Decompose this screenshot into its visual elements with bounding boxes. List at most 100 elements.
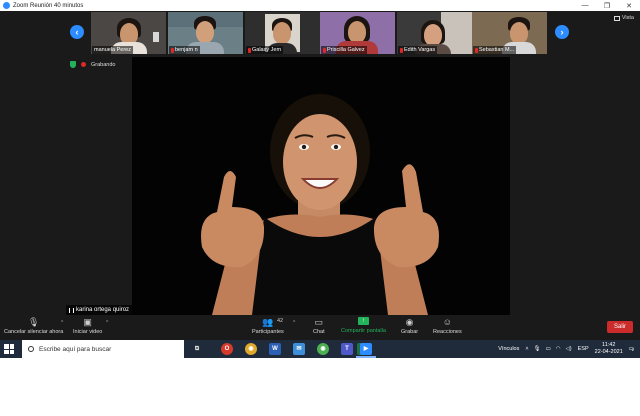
participant-tile[interactable]: Priscilla Galvez <box>320 12 395 54</box>
recording-dot-icon <box>81 62 86 67</box>
active-app-indicator <box>356 356 376 358</box>
participant-face <box>424 24 442 46</box>
maximize-button[interactable]: ❐ <box>596 0 618 11</box>
window-title: Zoom Reunión 40 minutos <box>13 2 84 9</box>
reactions-label: Reacciones <box>433 329 462 335</box>
muted-mic-icon <box>475 47 478 53</box>
view-toggle[interactable]: Vista <box>613 15 634 21</box>
language-indicator[interactable]: ESP <box>578 346 589 352</box>
start-video-label: Iniciar video <box>73 329 103 335</box>
clock-date: 22-04-2021 <box>594 349 623 355</box>
zoom-meeting-window: Zoom Reunión 40 minutos — ❐ ✕ ‹ manuela … <box>0 0 640 340</box>
recording-label: Grabando <box>91 61 116 68</box>
muted-mic-icon <box>400 47 403 53</box>
muted-mic-icon: 🎙 <box>27 316 40 327</box>
unmute-label: Cancelar silenciar ahora <box>4 329 64 335</box>
participant-name: Edith Vargas <box>404 47 436 53</box>
system-tray: Vínculos ˄ 🎙 ▭ ◠ ◁) ESP 11:42 22-04-2021… <box>498 340 640 358</box>
view-label: Vista <box>621 15 634 21</box>
participant-name: benjam n <box>175 47 198 53</box>
wifi-icon[interactable]: ◠ <box>556 346 561 352</box>
teams-icon[interactable]: T <box>341 343 353 355</box>
gallery-prev-arrow-icon[interactable]: ‹ <box>70 25 84 39</box>
reactions-button[interactable]: ☺ Reacciones <box>433 317 462 335</box>
participant-tile[interactable]: Edith Vargas <box>397 12 472 54</box>
participant-name: Galaxy Jem <box>252 47 282 53</box>
participant-name-tag: Edith Vargas <box>398 46 438 54</box>
share-screen-icon: ↑ <box>357 317 369 325</box>
participant-name: Priscilla Galvez <box>327 47 365 53</box>
participant-tile[interactable]: Sebastian M... <box>472 12 547 54</box>
muted-mic-icon <box>248 47 251 53</box>
clock-time: 11:42 <box>602 342 616 348</box>
video-options-caret-icon[interactable]: ^ <box>106 320 108 326</box>
close-button[interactable]: ✕ <box>618 0 640 11</box>
window-controls: — ❐ ✕ <box>574 0 640 11</box>
signal-bars-icon <box>69 307 74 313</box>
network-icon[interactable]: ▭ <box>546 346 551 352</box>
task-view-icon[interactable]: ⧉ <box>191 343 203 355</box>
opera-icon[interactable]: O <box>221 343 233 355</box>
start-video-button[interactable]: ▣ Iniciar video <box>73 316 103 336</box>
share-screen-button[interactable]: ↑ Compartir pantalla <box>341 317 386 334</box>
participants-caret-icon[interactable]: ^ <box>293 320 295 326</box>
participants-label: Participantes <box>252 329 284 335</box>
unmute-button[interactable]: 🎙 Cancelar silenciar ahora <box>4 316 64 336</box>
participants-icon: 👥 <box>262 316 274 327</box>
audio-options-caret-icon[interactable]: ^ <box>61 320 63 326</box>
speaker-name: karina ortega quiroz <box>76 307 130 313</box>
gallery-strip: ‹ manuela Perez benjam n Galaxy Jem Pris… <box>0 11 640 55</box>
gallery-next-arrow-icon[interactable]: › <box>555 25 569 39</box>
window-titlebar: Zoom Reunión 40 minutos — ❐ ✕ <box>0 0 640 11</box>
chat-bubble-icon: ▭ <box>314 316 324 327</box>
tray-overflow-icon[interactable]: ˄ <box>525 346 528 352</box>
volume-icon[interactable]: ◁) <box>566 346 572 352</box>
chat-button[interactable]: ▭ Chat <box>313 316 325 336</box>
taskbar-search-box[interactable]: Escribe aquí para buscar <box>22 340 184 358</box>
leave-meeting-button[interactable]: Salir <box>607 321 633 333</box>
participant-name-tag: Sebastian M... <box>473 46 517 54</box>
speaker-name-tag: karina ortega quiroz <box>66 305 133 315</box>
recording-indicator: Grabando <box>70 61 115 68</box>
notification-count: 2 <box>631 347 635 352</box>
wall-switch <box>153 32 159 42</box>
participants-count: 42 <box>277 318 284 324</box>
desktop-screen: Zoom Reunión 40 minutos — ❐ ✕ ‹ manuela … <box>0 0 640 416</box>
participant-tile[interactable]: Galaxy Jem <box>245 12 320 54</box>
participant-name-tag: Galaxy Jem <box>246 46 284 54</box>
chrome-icon[interactable]: ◉ <box>245 343 257 355</box>
windows-start-icon[interactable] <box>4 344 14 354</box>
minimize-button[interactable]: — <box>574 0 596 11</box>
muted-mic-icon <box>323 47 326 53</box>
record-button[interactable]: ◉ Grabar <box>401 316 419 336</box>
grid-view-icon <box>613 15 620 21</box>
search-icon <box>28 346 34 352</box>
record-icon: ◉ <box>405 316 414 327</box>
speaker-video-frame <box>201 94 439 315</box>
security-shield-icon[interactable] <box>70 61 76 68</box>
chat-label: Chat <box>313 329 325 335</box>
video-off-icon: ▣ <box>83 316 92 327</box>
participant-name: Sebastian M... <box>479 47 515 53</box>
notification-center-icon[interactable]: ▭ 2 <box>629 346 634 352</box>
microphone-icon[interactable]: 🎙 <box>534 346 541 352</box>
active-speaker-video <box>132 57 510 315</box>
participant-name-tag: manuela Perez <box>92 46 133 54</box>
participant-face <box>273 22 291 44</box>
participant-name: manuela Perez <box>94 47 131 53</box>
zoom-icon[interactable]: ▶ <box>360 343 372 355</box>
links-toolbar-label[interactable]: Vínculos <box>498 346 519 352</box>
participant-tile[interactable]: benjam n <box>168 12 243 54</box>
participant-face <box>510 22 528 44</box>
taskbar-clock[interactable]: 11:42 22-04-2021 <box>595 342 623 356</box>
search-placeholder: Escribe aquí para buscar <box>39 345 112 353</box>
chrome-alt-icon[interactable]: ◉ <box>317 343 329 355</box>
participant-tile[interactable]: manuela Perez <box>91 12 166 54</box>
share-screen-label: Compartir pantalla <box>341 328 386 334</box>
participant-face <box>348 21 366 43</box>
word-icon[interactable]: W <box>269 343 281 355</box>
mail-icon[interactable]: ✉ <box>293 343 305 355</box>
participant-face <box>196 21 214 43</box>
record-label: Grabar <box>401 329 419 335</box>
muted-mic-icon <box>171 47 174 53</box>
